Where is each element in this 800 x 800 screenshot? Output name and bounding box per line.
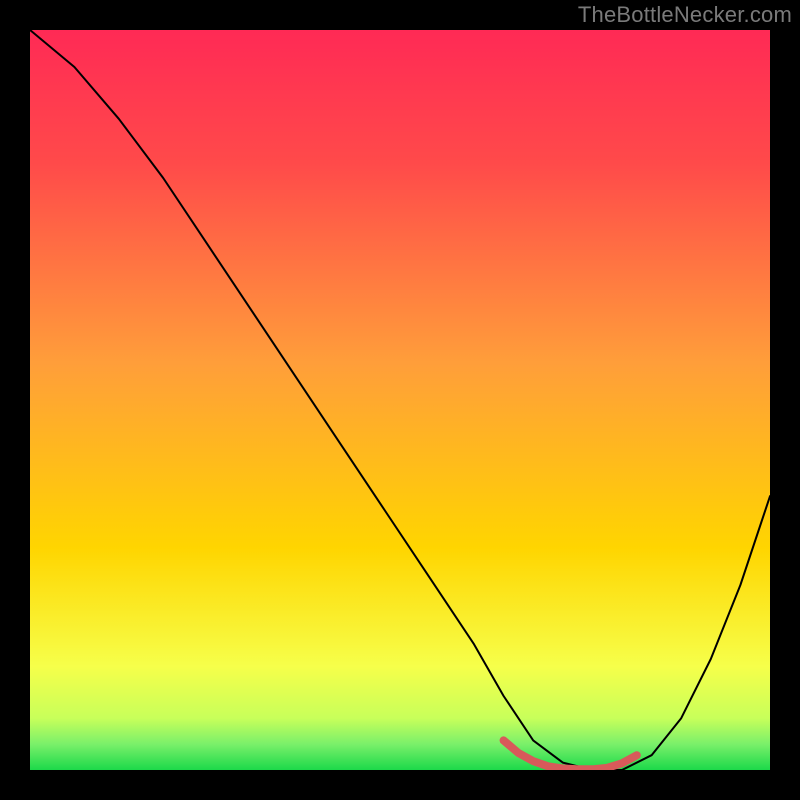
chart-svg xyxy=(30,30,770,770)
chart-frame xyxy=(30,30,770,770)
watermark: TheBottleNecker.com xyxy=(578,2,792,28)
gradient-bg xyxy=(30,30,770,770)
